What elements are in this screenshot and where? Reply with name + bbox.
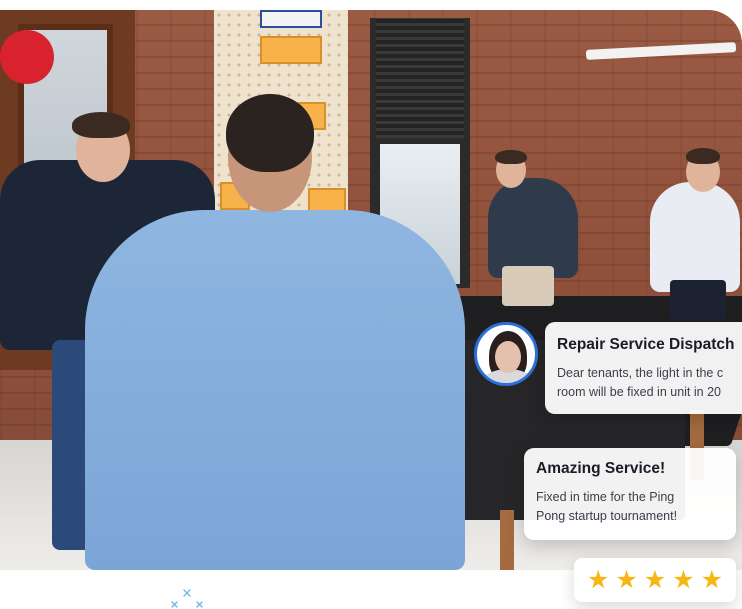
ceiling-light (585, 42, 737, 60)
review-message: Fixed in time for the Ping Pong startup … (536, 490, 678, 523)
dispatch-notification-card[interactable]: Repair Service Dispatch Dear tenants, th… (545, 322, 742, 414)
avatar (474, 322, 538, 386)
sparkle-icon (171, 589, 203, 608)
dispatch-message: Dear tenants, the light in the c room wi… (557, 366, 724, 399)
star-icon: ★ (586, 565, 610, 594)
review-title: Amazing Service! (536, 460, 666, 477)
dispatch-title: Repair Service Dispatch (557, 336, 735, 353)
star-icon: ★ (643, 565, 667, 594)
star-icon: ★ (615, 565, 638, 594)
star-icon: ★ (672, 565, 695, 594)
star-rating: ★ ★ ★ ★ ★ (574, 558, 736, 602)
star-icon: ★ (700, 565, 724, 594)
red-paddle (0, 30, 54, 84)
review-card[interactable]: Amazing Service! Fixed in time for the P… (524, 448, 736, 540)
